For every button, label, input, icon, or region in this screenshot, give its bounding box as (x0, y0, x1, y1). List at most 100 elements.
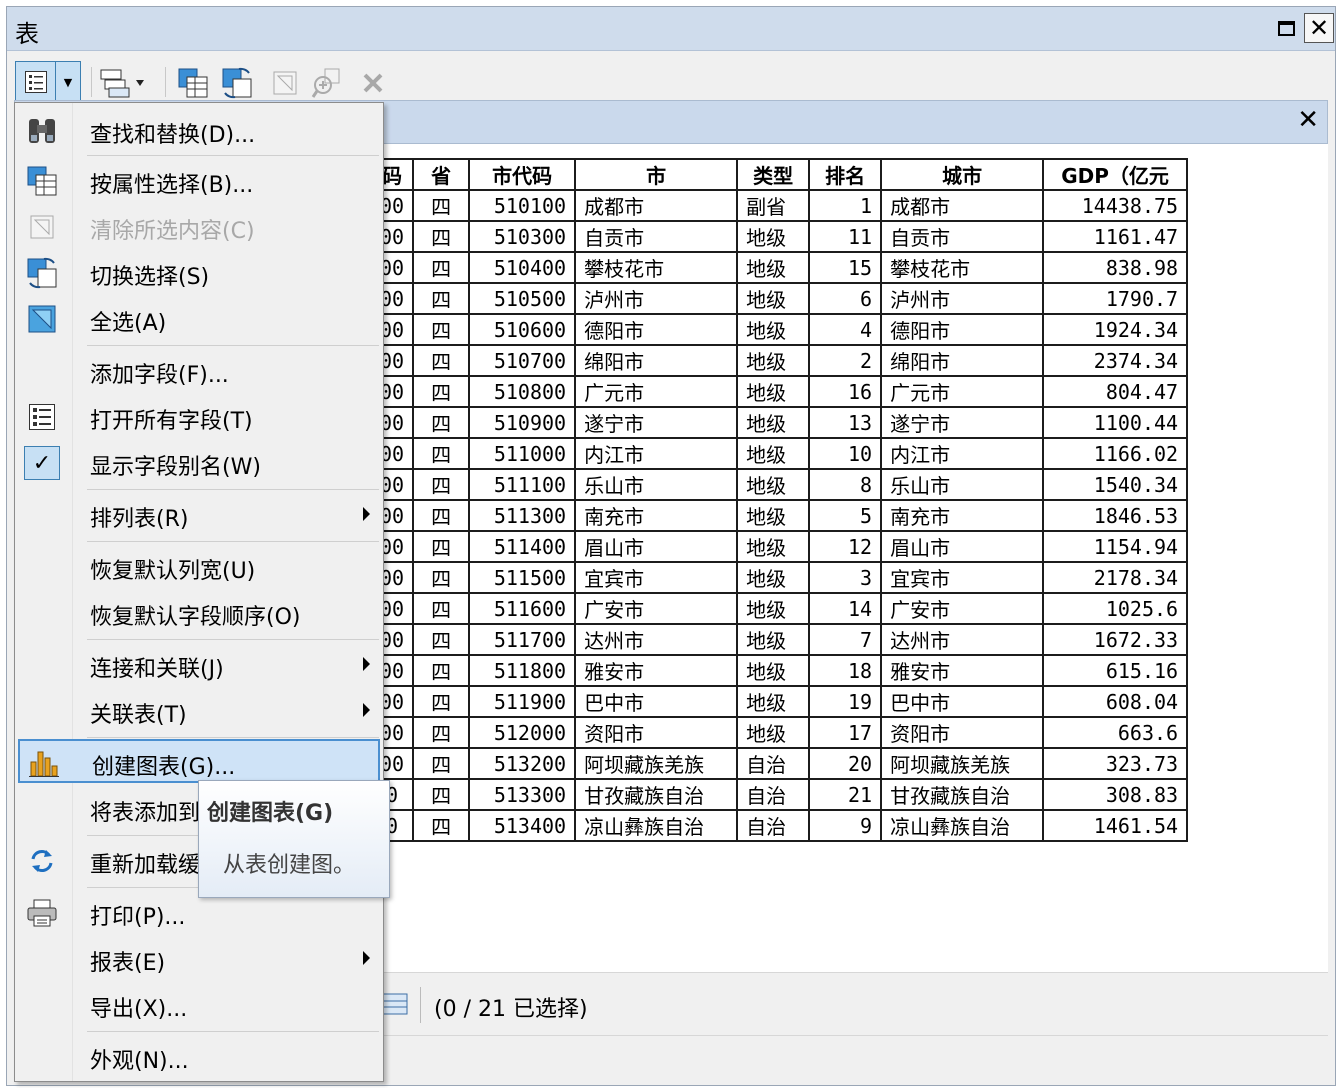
table-cell[interactable]: 21 (809, 779, 881, 810)
table-cell[interactable]: 资阳市 (881, 717, 1043, 748)
table-cell[interactable]: 1461.54 (1043, 810, 1187, 841)
table-cell[interactable]: 1790.7 (1043, 283, 1187, 314)
table-cell[interactable]: 1924.34 (1043, 314, 1187, 345)
table-cell[interactable]: 内江市 (575, 438, 737, 469)
table-cell[interactable]: 阿坝藏族羌族 (881, 748, 1043, 779)
table-cell[interactable]: 14 (809, 593, 881, 624)
table-cell[interactable]: 四 (413, 779, 469, 810)
table-cell[interactable]: 四 (413, 252, 469, 283)
table-cell[interactable]: 2 (809, 345, 881, 376)
table-row[interactable]: 00四511100乐山市地级8乐山市1540.34 (371, 469, 1187, 500)
table-cell[interactable]: 遂宁市 (881, 407, 1043, 438)
table-cell[interactable]: 1161.47 (1043, 221, 1187, 252)
table-cell[interactable]: 14438.75 (1043, 190, 1187, 221)
column-header[interactable]: 市 (575, 159, 737, 190)
close-window-button[interactable]: ✕ (1304, 13, 1334, 43)
table-cell[interactable]: 615.16 (1043, 655, 1187, 686)
table-row[interactable]: 00四510400攀枝花市地级15攀枝花市838.98 (371, 252, 1187, 283)
table-cell[interactable]: 510400 (469, 252, 575, 283)
table-cell[interactable]: 地级 (737, 624, 809, 655)
table-cell[interactable]: 18 (809, 655, 881, 686)
table-cell[interactable]: 阿坝藏族羌族 (575, 748, 737, 779)
table-cell[interactable]: 乐山市 (575, 469, 737, 500)
table-cell[interactable]: 副省 (737, 190, 809, 221)
table-cell[interactable]: 5 (809, 500, 881, 531)
table-cell[interactable]: 2178.34 (1043, 562, 1187, 593)
table-cell[interactable]: 广安市 (881, 593, 1043, 624)
table-cell[interactable]: 成都市 (575, 190, 737, 221)
table-row[interactable]: 00四511800雅安市地级18雅安市615.16 (371, 655, 1187, 686)
table-cell[interactable]: 4 (809, 314, 881, 345)
table-cell[interactable]: 甘孜藏族自治 (575, 779, 737, 810)
menu-item-restore-column-widths[interactable]: 恢复默认列宽(U) (18, 545, 380, 589)
menu-item-select-all[interactable]: 全选(A) (18, 297, 380, 341)
table-cell[interactable]: 乐山市 (881, 469, 1043, 500)
table-cell[interactable]: 510500 (469, 283, 575, 314)
table-row[interactable]: 00四511300南充市地级5南充市1846.53 (371, 500, 1187, 531)
table-cell[interactable]: 地级 (737, 407, 809, 438)
table-cell[interactable]: 地级 (737, 438, 809, 469)
menu-item-reports[interactable]: 报表(E) (18, 937, 380, 981)
table-cell[interactable]: 资阳市 (575, 717, 737, 748)
table-cell[interactable]: 四 (413, 469, 469, 500)
table-cell[interactable]: 绵阳市 (575, 345, 737, 376)
table-cell[interactable]: 510900 (469, 407, 575, 438)
table-cell[interactable]: 1672.33 (1043, 624, 1187, 655)
table-cell[interactable]: 达州市 (575, 624, 737, 655)
menu-item-export[interactable]: 导出(X)... (18, 983, 380, 1027)
table-cell[interactable]: 308.83 (1043, 779, 1187, 810)
menu-item-find-replace[interactable]: 查找和替换(D)... (18, 109, 380, 153)
table-cell[interactable]: 15 (809, 252, 881, 283)
table-cell[interactable]: 德阳市 (881, 314, 1043, 345)
column-header[interactable]: 城市 (881, 159, 1043, 190)
table-cell[interactable]: 17 (809, 717, 881, 748)
table-cell[interactable]: 1846.53 (1043, 500, 1187, 531)
table-cell[interactable]: 巴中市 (575, 686, 737, 717)
table-cell[interactable]: 雅安市 (881, 655, 1043, 686)
table-cell[interactable]: 6 (809, 283, 881, 314)
column-header[interactable]: 类型 (737, 159, 809, 190)
table-row[interactable]: 00四510100成都市副省1成都市14438.75 (371, 190, 1187, 221)
table-cell[interactable]: 四 (413, 190, 469, 221)
table-cell[interactable]: 眉山市 (881, 531, 1043, 562)
table-cell[interactable]: 自贡市 (881, 221, 1043, 252)
table-cell[interactable]: 1025.6 (1043, 593, 1187, 624)
table-cell[interactable]: 四 (413, 314, 469, 345)
table-cell[interactable]: 地级 (737, 686, 809, 717)
table-row[interactable]: 0四513300甘孜藏族自治自治21甘孜藏族自治308.83 (371, 779, 1187, 810)
table-row[interactable]: 00四511700达州市地级7达州市1672.33 (371, 624, 1187, 655)
table-cell[interactable]: 攀枝花市 (575, 252, 737, 283)
table-cell[interactable]: 513200 (469, 748, 575, 779)
switch-selection-button[interactable] (219, 65, 255, 101)
table-cell[interactable]: 自治 (737, 810, 809, 841)
clear-selection-button[interactable] (267, 65, 303, 101)
table-cell[interactable]: 自贡市 (575, 221, 737, 252)
table-row[interactable]: 00四510300自贡市地级11自贡市1161.47 (371, 221, 1187, 252)
menu-item-show-field-aliases[interactable]: ✓ 显示字段别名(W) (18, 441, 380, 485)
table-cell[interactable]: 12 (809, 531, 881, 562)
table-row[interactable]: 00四510800广元市地级16广元市804.47 (371, 376, 1187, 407)
table-cell[interactable]: 地级 (737, 500, 809, 531)
table-cell[interactable]: 四 (413, 345, 469, 376)
table-row[interactable]: 0四513400凉山彝族自治自治9凉山彝族自治1461.54 (371, 810, 1187, 841)
close-table-tab-button[interactable]: ✕ (1297, 105, 1319, 135)
table-cell[interactable]: 10 (809, 438, 881, 469)
table-row[interactable]: 00四511600广安市地级14广安市1025.6 (371, 593, 1187, 624)
table-cell[interactable]: 宜宾市 (575, 562, 737, 593)
table-cell[interactable]: 608.04 (1043, 686, 1187, 717)
table-cell[interactable]: 511300 (469, 500, 575, 531)
table-cell[interactable]: 510100 (469, 190, 575, 221)
table-cell[interactable]: 广元市 (881, 376, 1043, 407)
table-cell[interactable]: 510700 (469, 345, 575, 376)
delete-selected-button[interactable] (355, 65, 391, 101)
table-cell[interactable]: 泸州市 (575, 283, 737, 314)
table-cell[interactable]: 13 (809, 407, 881, 438)
column-header[interactable]: 市代码 (469, 159, 575, 190)
menu-item-select-by-attributes[interactable]: 按属性选择(B)... (18, 159, 380, 203)
table-cell[interactable]: 1166.02 (1043, 438, 1187, 469)
table-cell[interactable]: 地级 (737, 314, 809, 345)
table-cell[interactable]: 323.73 (1043, 748, 1187, 779)
table-cell[interactable]: 内江市 (881, 438, 1043, 469)
table-cell[interactable]: 巴中市 (881, 686, 1043, 717)
related-tables-button[interactable] (95, 65, 151, 101)
